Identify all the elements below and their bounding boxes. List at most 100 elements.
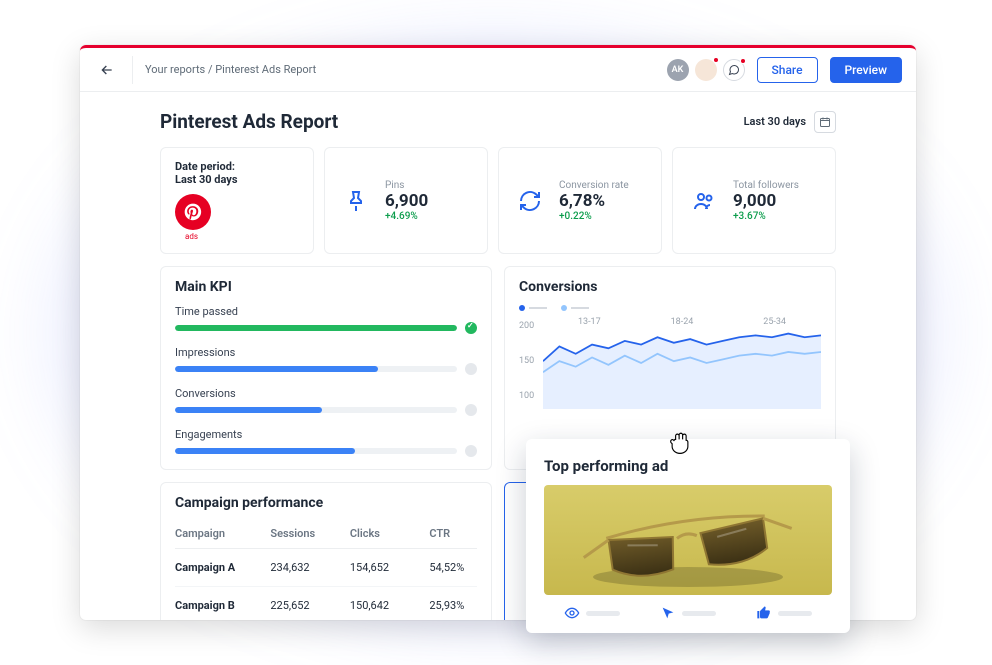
- y-tick: 200: [519, 321, 534, 331]
- table-row[interactable]: Campaign A234,632154,65254,52%: [175, 549, 477, 587]
- top-bar: Your reports / Pinterest Ads Report AK S…: [80, 48, 916, 92]
- y-tick: 150: [519, 356, 534, 366]
- panel-title: Main KPI: [175, 279, 477, 295]
- kpi-bar: [175, 322, 477, 334]
- metric-delta: +4.69%: [385, 211, 428, 222]
- notification-dot-icon: [740, 58, 746, 64]
- stat-bar: [682, 611, 716, 616]
- thumbs-up-icon: [756, 605, 772, 621]
- page-header: Pinterest Ads Report Last 30 days: [160, 110, 836, 133]
- stat-likes: [756, 605, 812, 621]
- metric-card-pins: Pins 6,900 +4.69%: [324, 147, 488, 254]
- ad-stats-bar: [544, 605, 832, 621]
- date-period-card: Date period: Last 30 days ads: [160, 147, 314, 254]
- metric-label: Conversion rate: [559, 180, 629, 191]
- dot-icon: [465, 404, 477, 416]
- cell-clicks: 154,652: [350, 561, 429, 574]
- chat-icon: [728, 64, 740, 76]
- pin-icon: [339, 184, 373, 218]
- stat-bar: [778, 611, 812, 616]
- metric-value: 6,900: [385, 191, 428, 211]
- preview-button[interactable]: Preview: [830, 57, 903, 83]
- avatar-group: AK: [667, 59, 745, 81]
- col-header: Clicks: [350, 527, 429, 540]
- main-kpi-panel: Main KPI Time passed Impressions Conversio…: [160, 266, 492, 470]
- metric-card-conversion-rate: Conversion rate 6,78% +0.22%: [498, 147, 662, 254]
- eye-icon: [564, 605, 580, 621]
- legend-item: [561, 305, 589, 311]
- stat-bar: [586, 611, 620, 616]
- col-header: Campaign: [175, 527, 270, 540]
- pinterest-logo-icon: [175, 194, 211, 230]
- conversions-chart: 200 150 100 13-17 18-24 25-34: [519, 317, 821, 427]
- cursor-icon: [660, 605, 676, 621]
- avatar-initials: AK: [672, 65, 684, 75]
- date-range-picker[interactable]: Last 30 days: [744, 111, 836, 133]
- table-row[interactable]: Campaign B225,652150,64225,93%: [175, 587, 477, 620]
- cell-sessions: 234,632: [270, 561, 349, 574]
- y-tick: 100: [519, 391, 534, 401]
- cell-ctr: 25,93%: [429, 599, 477, 612]
- cell-ctr: 54,52%: [429, 561, 477, 574]
- kpi-row: Engagements: [175, 428, 477, 457]
- divider: [132, 56, 133, 84]
- metric-delta: +3.67%: [733, 211, 799, 222]
- cell-campaign: Campaign B: [175, 599, 270, 612]
- cell-clicks: 150,642: [350, 599, 429, 612]
- table-body: Campaign A234,632154,65254,52%Campaign B…: [175, 549, 477, 620]
- calendar-button[interactable]: [814, 111, 836, 133]
- dot-icon: [465, 363, 477, 375]
- col-header: Sessions: [270, 527, 349, 540]
- panel-title: Conversions: [519, 279, 821, 295]
- metric-value: 9,000: [733, 191, 799, 211]
- avatar[interactable]: [695, 59, 717, 81]
- kpi-row: Time passed: [175, 305, 477, 334]
- comments-button[interactable]: [723, 59, 745, 81]
- table-header: Campaign Sessions Clicks CTR: [175, 521, 477, 549]
- notification-dot-icon: [713, 57, 719, 63]
- kpi-label: Time passed: [175, 305, 477, 318]
- stat-views: [564, 605, 620, 621]
- kpi-bar: [175, 404, 477, 416]
- summary-row: Date period: Last 30 days ads Pins 6,900…: [160, 147, 836, 254]
- card-title: Top performing ad: [544, 457, 832, 475]
- campaign-performance-panel: Campaign performance Campaign Sessions C…: [160, 482, 492, 620]
- kpi-list: Time passed Impressions Conversions Engagem…: [175, 305, 477, 457]
- kpi-row: Conversions: [175, 387, 477, 416]
- metric-value: 6,78%: [559, 191, 629, 211]
- kpi-bar: [175, 445, 477, 457]
- kpi-label: Impressions: [175, 346, 477, 359]
- chart-legend: [519, 305, 821, 311]
- metric-label: Total followers: [733, 180, 799, 191]
- dot-icon: [465, 445, 477, 457]
- date-range-label: Last 30 days: [744, 115, 806, 128]
- back-button[interactable]: [94, 57, 120, 83]
- metric-delta: +0.22%: [559, 211, 629, 222]
- users-icon: [687, 184, 721, 218]
- check-icon: [465, 322, 477, 334]
- panel-title: Campaign performance: [175, 495, 477, 511]
- metric-card-followers: Total followers 9,000 +3.67%: [672, 147, 836, 254]
- kpi-bar: [175, 363, 477, 375]
- top-performing-ad-card[interactable]: Top performing ad: [526, 439, 850, 633]
- legend-item: [519, 305, 547, 311]
- arrow-left-icon: [99, 62, 115, 78]
- avatar[interactable]: AK: [667, 59, 689, 81]
- stat-clicks: [660, 605, 716, 621]
- brand-subtext: ads: [185, 232, 299, 241]
- metric-label: Pins: [385, 180, 428, 191]
- kpi-label: Engagements: [175, 428, 477, 441]
- kpi-row: Impressions: [175, 346, 477, 375]
- period-value: Last 30 days: [175, 173, 299, 186]
- cell-campaign: Campaign A: [175, 561, 270, 574]
- calendar-icon: [819, 116, 831, 128]
- col-header: CTR: [429, 527, 477, 540]
- refresh-icon: [513, 184, 547, 218]
- kpi-label: Conversions: [175, 387, 477, 400]
- share-button[interactable]: Share: [757, 57, 818, 83]
- period-label: Date period:: [175, 160, 299, 173]
- cell-sessions: 225,652: [270, 599, 349, 612]
- breadcrumb[interactable]: Your reports / Pinterest Ads Report: [145, 63, 655, 76]
- ad-image: [544, 485, 832, 595]
- page-title: Pinterest Ads Report: [160, 110, 338, 133]
